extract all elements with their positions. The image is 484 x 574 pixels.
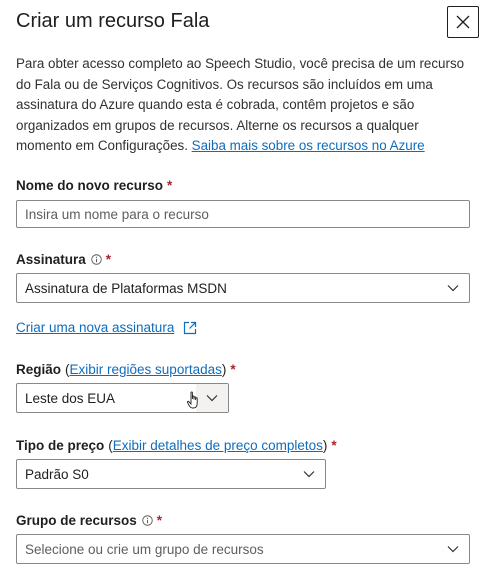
required-mark: * xyxy=(156,513,163,528)
info-icon[interactable] xyxy=(142,515,153,526)
learn-more-link[interactable]: Saiba mais sobre os recursos no Azure xyxy=(192,138,425,153)
required-mark: * xyxy=(230,362,236,377)
resource-name-label-text: Nome do novo recurso xyxy=(16,178,164,193)
chevron-down-icon xyxy=(293,460,325,488)
close-icon xyxy=(456,15,470,29)
create-subscription: Criar uma nova assinatura xyxy=(16,320,197,335)
subscription-label: Assinatura * xyxy=(16,252,111,267)
hand-cursor-icon xyxy=(187,391,201,416)
resource-group-dropdown[interactable]: Selecione ou crie um grupo de recursos xyxy=(16,534,470,564)
required-mark: * xyxy=(167,178,173,193)
region-label: Região (Exibir regiões suportadas) * xyxy=(16,362,236,377)
subscription-dropdown[interactable]: Assinatura de Plataformas MSDN xyxy=(16,273,470,303)
region-value: Leste dos EUA xyxy=(25,390,116,406)
chevron-down-icon xyxy=(437,535,469,563)
required-mark: * xyxy=(331,438,337,453)
pricing-label-text: Tipo de preço xyxy=(16,438,105,453)
required-mark: * xyxy=(105,252,112,267)
resource-name-input[interactable] xyxy=(16,200,470,228)
supported-regions-link[interactable]: Exibir regiões suportadas xyxy=(70,362,222,377)
subscription-value: Assinatura de Plataformas MSDN xyxy=(25,280,227,296)
resource-group-placeholder: Selecione ou crie um grupo de recursos xyxy=(25,541,264,557)
create-subscription-link[interactable]: Criar uma nova assinatura xyxy=(16,320,174,335)
paren-close: ) xyxy=(322,438,328,453)
close-button[interactable] xyxy=(447,6,479,38)
resource-group-label-text: Grupo de recursos xyxy=(16,513,137,528)
open-in-new-icon[interactable] xyxy=(183,321,197,335)
resource-name-label: Nome do novo recurso * xyxy=(16,178,172,193)
region-label-text: Região xyxy=(16,362,62,377)
paren-close: ) xyxy=(221,362,227,377)
pricing-details-link[interactable]: Exibir detalhes de preço completos xyxy=(113,438,323,453)
resource-group-label: Grupo de recursos * xyxy=(16,513,162,528)
info-icon[interactable] xyxy=(91,254,102,265)
pricing-value: Padrão S0 xyxy=(25,466,89,482)
panel-title: Criar um recurso Fala xyxy=(16,10,210,32)
pricing-dropdown[interactable]: Padrão S0 xyxy=(16,459,326,489)
subscription-label-text: Assinatura xyxy=(16,252,86,267)
pricing-label: Tipo de preço (Exibir detalhes de preço … xyxy=(16,438,337,453)
intro-text: Para obter acesso completo ao Speech Stu… xyxy=(16,54,474,157)
chevron-down-icon xyxy=(437,274,469,302)
